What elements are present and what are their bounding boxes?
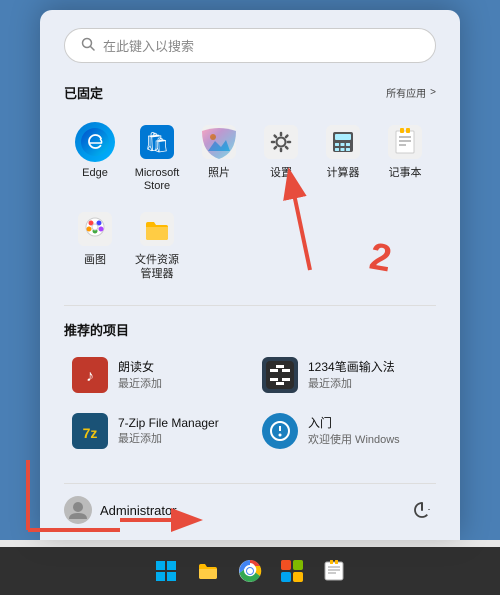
edge-icon [75,122,115,162]
intro-icon [262,413,298,449]
taskbar-chrome-button[interactable] [232,553,268,589]
reader-meta: 最近添加 [118,375,162,391]
intro-info: 入门 欢迎使用 Windows [308,414,400,447]
settings-label: 设置 [270,167,292,180]
7zip-icon: 7z [72,413,108,449]
search-bar[interactable]: 在此键入以搜索 [64,28,436,63]
app-calculator[interactable]: 计算器 [312,116,374,199]
taskbar-start-button[interactable] [148,553,184,589]
reader-name: 朗读女 [118,358,162,375]
7zip-meta: 最近添加 [118,430,219,446]
rec-ime[interactable]: 1234笔画输入法 最近添加 [254,351,436,399]
notepad-label: 记事本 [389,167,422,180]
pinned-title: 已固定 [64,83,103,102]
rec-reader[interactable]: ♪ 朗读女 最近添加 [64,351,246,399]
reader-icon: ♪ [72,357,108,393]
user-name: Administrator [100,503,177,518]
7zip-name: 7-Zip File Manager [118,416,219,430]
calculator-label: 计算器 [327,167,360,180]
user-info[interactable]: Administrator [64,496,177,524]
search-icon [81,37,95,54]
search-placeholder: 在此键入以搜索 [103,36,194,55]
app-settings[interactable]: 设置 [250,116,312,199]
calculator-icon [323,122,363,162]
svg-text:🛍: 🛍 [144,132,169,154]
store-label: Microsoft Store [130,167,184,193]
intro-meta: 欢迎使用 Windows [308,431,400,447]
ime-info: 1234笔画输入法 最近添加 [308,358,395,391]
store-icon: 🛍 [137,122,177,162]
rec-intro[interactable]: 入门 欢迎使用 Windows [254,407,436,455]
ime-name: 1234笔画输入法 [308,358,395,375]
taskbar-explorer-button[interactable] [190,553,226,589]
paint-icon [75,209,115,249]
pinned-section-header: 已固定 所有应用 > [64,83,436,102]
app-store[interactable]: 🛍 Microsoft Store [126,116,188,199]
desktop: 在此键入以搜索 已固定 所有应用 > [0,0,500,540]
user-avatar-icon [64,496,92,524]
files-label: 文件资源管理器 [130,254,184,280]
intro-name: 入门 [308,414,400,431]
notepad-icon [385,122,425,162]
taskbar-store-button[interactable] [274,553,310,589]
all-apps-label: 所有应用 [386,85,426,100]
edge-label: Edge [82,167,108,180]
app-photos[interactable]: 照片 [188,116,250,199]
app-paint[interactable]: 画图 [64,203,126,286]
photos-icon [199,122,239,162]
taskbar-notepad-button[interactable] [316,553,352,589]
start-menu: 在此键入以搜索 已固定 所有应用 > [40,10,460,540]
all-apps-chevron: > [430,87,436,98]
files-icon [137,209,177,249]
app-edge[interactable]: Edge [64,116,126,199]
settings-icon [261,122,301,162]
7zip-info: 7-Zip File Manager 最近添加 [118,416,219,446]
rec-7zip[interactable]: 7z 7-Zip File Manager 最近添加 [64,407,246,455]
reader-info: 朗读女 最近添加 [118,358,162,391]
ime-icon [262,357,298,393]
taskbar [0,547,500,595]
pinned-grid: Edge 🛍 Microsoft Store [64,116,436,287]
recommended-grid: ♪ 朗读女 最近添加 [64,351,436,455]
app-notepad[interactable]: 记事本 [374,116,436,199]
svg-text:♪: ♪ [86,368,94,385]
section-divider [64,305,436,306]
svg-text:7z: 7z [83,425,98,441]
user-bar: Administrator [64,483,436,524]
paint-label: 画图 [84,254,106,267]
ime-meta: 最近添加 [308,375,395,391]
all-apps-link[interactable]: 所有应用 > [386,85,436,100]
photos-label: 照片 [208,167,230,180]
power-button[interactable] [408,496,436,524]
app-files[interactable]: 文件资源管理器 [126,203,188,286]
recommended-title: 推荐的项目 [64,320,436,339]
